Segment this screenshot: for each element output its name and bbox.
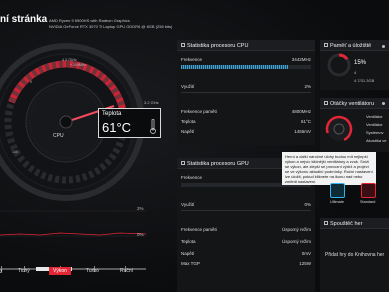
mode-tab-turbo[interactable]: Turbo <box>86 268 99 274</box>
cpu-label: CPU <box>53 133 64 139</box>
gpu-usage-value: 0% <box>304 202 311 207</box>
gauge-scale-max: 4 3.7GHz <box>62 58 77 62</box>
cpu-freq-value: 3442MHz <box>291 57 311 62</box>
gpu-temp-value: Úsporný režim <box>281 239 311 244</box>
cpu-usage-mini-chart <box>0 210 146 237</box>
memory-unit: 4 <box>354 70 357 75</box>
cpu-freq-label: Frekvence <box>181 57 203 62</box>
ultimate-mode-icon[interactable] <box>330 183 345 198</box>
gauge-scale-1: 100 <box>12 150 18 154</box>
standard-mode-icon[interactable] <box>361 183 376 198</box>
gamepad-icon <box>324 221 328 225</box>
fan-panel-header: Otáčky ventilátoru <box>320 98 389 109</box>
temperature-card: Teplota 61°C <box>98 108 161 138</box>
memory-panel-title: Paměť a úložiště <box>330 43 372 49</box>
gpu-mem-freq-value: Úsporný režim <box>281 227 311 232</box>
cpu-usage-bar <box>181 92 311 93</box>
mini-chart-pct-low: 0% <box>137 232 144 237</box>
gauge-scale-0: 0 <box>30 80 32 84</box>
game-launcher-hint[interactable]: Přidat hry do Knihovna her <box>325 252 384 258</box>
gauge-header-tag: 3.2 GHz <box>144 100 159 105</box>
gpu-freq-label: Frekvence <box>181 175 203 180</box>
cpu-stats-title: Statistika procesoru CPU <box>187 43 249 49</box>
mode-left-label: ž <box>0 269 3 275</box>
gpu-usage-label: Využití <box>181 202 195 207</box>
performance-mode-tabs: ž Tichý Výkon Turbo Ruční <box>0 260 150 290</box>
cpu-temp-value: 61°C <box>300 119 311 124</box>
game-launcher-title: Spouštěč her <box>330 221 363 227</box>
cpu-voltage-value: 1455mV <box>294 129 311 134</box>
cpu-stats-header: Statistika procesoru CPU <box>177 40 315 51</box>
fan-icon <box>324 101 328 105</box>
temperature-card-title: Teplota <box>102 111 122 117</box>
mini-chart-pct-high: 2% <box>137 206 144 211</box>
cpu-usage-label: Využití <box>181 84 195 89</box>
memory-panel-header: Paměť a úložiště <box>320 40 389 51</box>
memory-detail: 4.7/31.3GB <box>354 78 375 83</box>
cpu-temp-label: Teplota <box>181 119 196 124</box>
cpu-voltage-label: Napětí <box>181 129 195 134</box>
mode-tooltip: Herní a další náročné úlohy budou mít ne… <box>282 152 376 185</box>
gpu-voltage-value: 0mV <box>301 251 311 256</box>
gpu-mem-freq-label: Frekvence paměti <box>181 227 217 232</box>
mode-tab-performance[interactable]: Výkon <box>49 267 71 275</box>
more-icon[interactable] <box>382 45 385 48</box>
page-title: ní stránka <box>0 14 48 25</box>
cpu-freq-bar <box>181 65 288 69</box>
fan-line-3: Systémov <box>366 130 384 135</box>
mode-tab-manual[interactable]: Ruční <box>120 268 133 274</box>
gpu-tgp-label: Max TGP <box>181 261 200 266</box>
mini-chart-line <box>0 232 146 236</box>
chip-icon <box>181 43 185 47</box>
cpu-mem-freq-label: Frekvence paměti <box>181 109 217 114</box>
fan-panel-title: Otáčky ventilátoru <box>330 101 375 107</box>
gpu-voltage-label: Napětí <box>181 251 195 256</box>
memory-usage-ring <box>327 53 351 77</box>
game-launcher-panel: Spouštěč her Přidat hry do Knihovna her <box>320 218 389 292</box>
cpu-usage-value: 2% <box>304 84 311 89</box>
gpu-tgp-value: 125W <box>299 261 311 266</box>
gpu-icon <box>181 161 185 165</box>
armoury-crate-home: ní stránka AMD Ryzen 9 5900HS with Radeo… <box>0 0 389 292</box>
fan-line-1: Ventilátor <box>366 114 383 119</box>
cpu-stats-panel: Statistika procesoru CPU Frekvence 3442M… <box>177 40 315 145</box>
mode-tab-quiet[interactable]: Tichý <box>18 268 30 274</box>
fan-line-4: Akustika ve <box>366 138 387 143</box>
cpu-mem-freq-value: 4800MHz <box>291 109 311 114</box>
gpu-usage-bar <box>181 210 311 211</box>
memory-icon <box>324 43 328 47</box>
thermometer-icon <box>150 119 156 134</box>
gpu-name: NVIDIA GeForce RTX 3070 Ti Laptop GPU GD… <box>49 23 173 29</box>
fan-line-2: Ventilátor <box>366 122 383 127</box>
gpu-temp-label: Teplota <box>181 239 196 244</box>
memory-percent: 15% <box>354 60 367 66</box>
more-icon[interactable] <box>382 102 385 105</box>
system-info: AMD Ryzen 9 5900HS with Radeon Graphics … <box>49 18 172 29</box>
fan-speed-ring <box>325 115 353 143</box>
gpu-stats-title: Statistika procesoru GPU <box>187 161 249 167</box>
game-launcher-header: Spouštěč her <box>320 218 389 229</box>
gauge-hub <box>59 115 73 129</box>
temperature-card-value: 61°C <box>102 120 132 135</box>
ultimate-mode-label: Ultimate <box>330 200 344 204</box>
gauge-scale-label: + 100MHz <box>70 63 87 67</box>
standard-mode-label: Standard <box>360 200 376 204</box>
